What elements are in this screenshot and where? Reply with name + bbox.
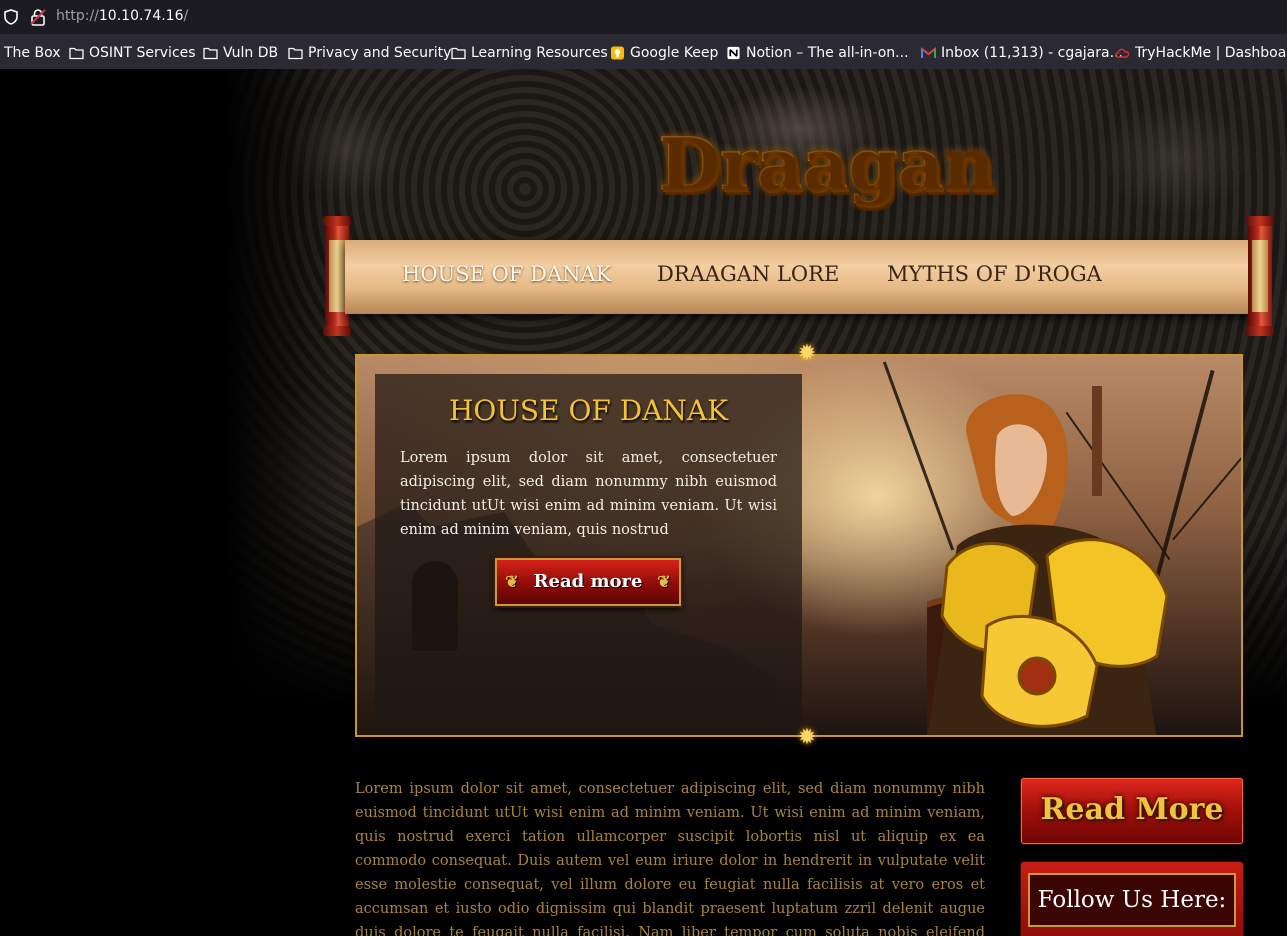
folder-icon: [69, 47, 84, 60]
body-paragraph: Lorem ipsum dolor sit amet, consectetuer…: [355, 781, 985, 936]
shield-icon[interactable]: [4, 9, 18, 25]
ornament-right-icon: ❦: [657, 572, 671, 591]
bookmark-label: Inbox (11,313) - cgajara...: [941, 45, 1123, 61]
nav-house-of-danak[interactable]: HOUSE OF DANAK: [402, 262, 611, 286]
bookmark-label: Vuln DB: [223, 45, 279, 61]
bookmark-label: Notion – The all-in-on...: [746, 45, 909, 61]
folder-icon: [203, 47, 218, 60]
ornament-left-icon: ❦: [505, 572, 519, 591]
follow-us-label: Follow Us Here:: [1028, 873, 1236, 927]
nav-draagan-lore[interactable]: DRAAGAN LORE: [657, 262, 839, 286]
url-path: /: [183, 8, 189, 24]
bookmarks-toolbar: The Box OSINT Services Vuln DB Privacy a…: [0, 35, 1287, 69]
warrior-woman-illustration: [927, 386, 1169, 735]
bookmark-label: Google Keep: [630, 45, 719, 61]
follow-us-box: Follow Us Here:: [1021, 862, 1243, 936]
bookmark-notion[interactable]: Notion – The all-in-on...: [726, 44, 909, 62]
folder-icon: [451, 47, 466, 60]
bookmark-the-box[interactable]: The Box: [4, 44, 61, 62]
nav-myths-of-droga[interactable]: MYTHS OF D'ROGA: [887, 262, 1102, 286]
site-logo[interactable]: Draagan: [658, 114, 995, 214]
web-page: Draagan HOUSE OF DANAK DRAAGAN LORE MYTH…: [0, 69, 1287, 936]
bookmark-label: Learning Resources: [471, 45, 608, 61]
tryhackme-icon: [1115, 48, 1130, 58]
bookmark-label: The Box: [4, 45, 61, 61]
url-scheme: http://: [56, 8, 99, 24]
hero-text-panel: HOUSE OF DANAK Lorem ipsum dolor sit ame…: [375, 374, 802, 722]
bookmark-tryhackme[interactable]: TryHackMe | Dashboard: [1115, 44, 1287, 62]
bookmark-label: OSINT Services: [89, 45, 196, 61]
bookmark-gmail-inbox[interactable]: Inbox (11,313) - cgajara...: [921, 44, 1123, 62]
sun-ornament-icon: ✹: [797, 341, 817, 366]
insecure-lock-icon[interactable]: [30, 8, 46, 26]
bookmark-folder-osint[interactable]: OSINT Services: [69, 44, 196, 62]
bookmark-label: TryHackMe | Dashboard: [1135, 45, 1287, 61]
bookmark-folder-learning[interactable]: Learning Resources: [451, 44, 608, 62]
address-bar: http://10.10.74.16/: [0, 0, 1287, 35]
hero-banner: HOUSE OF DANAK Lorem ipsum dolor sit ame…: [355, 354, 1243, 737]
bookmark-folder-vuln-db[interactable]: Vuln DB: [203, 44, 278, 62]
hero-read-more-label: Read more: [533, 571, 643, 592]
url-field[interactable]: http://10.10.74.16/: [56, 8, 188, 24]
hero-title: HOUSE OF DANAK: [448, 394, 729, 427]
hero-read-more-button[interactable]: ❦ Read more ❦: [495, 558, 681, 606]
notion-icon: [727, 46, 740, 60]
read-more-button[interactable]: Read More: [1021, 778, 1243, 844]
hero-description: Lorem ipsum dolor sit amet, consectetuer…: [400, 450, 777, 538]
gmail-icon: [921, 46, 936, 58]
google-keep-icon: [610, 46, 625, 60]
bookmark-label: Privacy and Security: [308, 45, 452, 61]
url-host: 10.10.74.16: [98, 8, 184, 24]
scroll-end-right: [1246, 216, 1274, 336]
sun-ornament-icon: ✹: [797, 725, 817, 750]
bookmark-google-keep[interactable]: Google Keep: [610, 44, 718, 62]
bookmark-folder-privacy[interactable]: Privacy and Security: [288, 44, 451, 62]
folder-icon: [288, 47, 303, 60]
